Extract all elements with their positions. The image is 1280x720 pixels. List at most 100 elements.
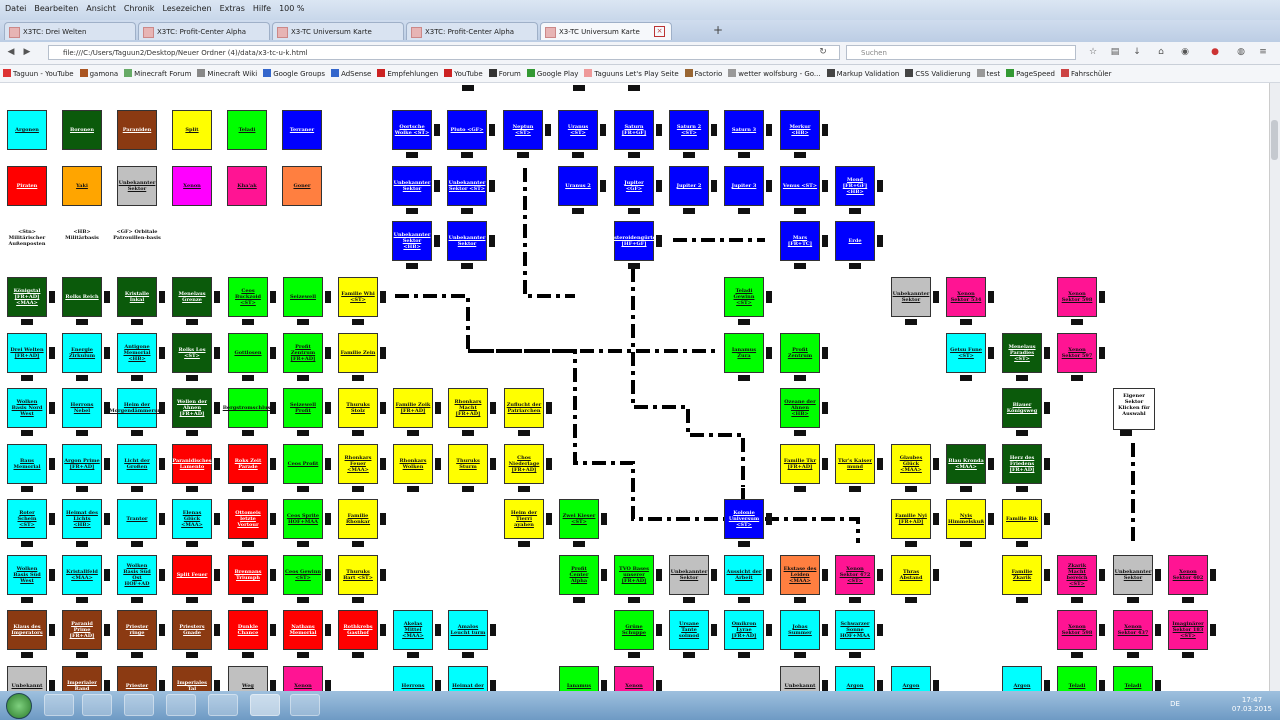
home-icon[interactable]: ⌂	[1156, 47, 1166, 57]
sector-tile[interactable]: Seizewell Profit	[283, 388, 323, 428]
sector-tile[interactable]: Xenon Sektor 598	[1057, 277, 1097, 317]
language-indicator[interactable]: DE	[1170, 700, 1180, 708]
start-button[interactable]	[6, 693, 32, 719]
sector-tile[interactable]: Imperialer Rand	[62, 666, 102, 691]
menu-icon[interactable]: ●	[1210, 47, 1220, 57]
reload-icon[interactable]: ↻	[818, 47, 828, 57]
sector-tile[interactable]: Familie Nyi [FR+AD]	[891, 499, 931, 539]
sector-tile[interactable]: Tkr's Kaiser mund	[835, 444, 875, 484]
bookmarks-icon[interactable]: ▤	[1110, 47, 1120, 57]
sector-tile[interactable]: Uranus <ST>	[558, 110, 598, 150]
sector-tile[interactable]: Familie Zein	[338, 333, 378, 373]
sector-tile[interactable]: Getsu Fune <ST>	[946, 333, 986, 373]
sector-tile[interactable]: Omikron Lyrae [FR+AD]	[724, 610, 764, 650]
forward-icon[interactable]: ▶	[22, 47, 32, 57]
sector-tile[interactable]: Familie Zkarik	[1002, 555, 1042, 595]
sector-tile[interactable]: Ceos Gewinn <ST>	[283, 555, 323, 595]
legend-swatch[interactable]: Terraner	[282, 110, 322, 150]
sector-tile[interactable]: Amalos Leucht turm	[448, 610, 488, 650]
sector-tile[interactable]: Pluto <GF>	[447, 110, 487, 150]
back-icon[interactable]: ◀	[6, 47, 16, 57]
bookmark-item[interactable]: Forum	[488, 69, 521, 78]
sector-tile[interactable]: Paranid Prime [FR+AD]	[62, 610, 102, 650]
sector-tile[interactable]: Ceos Buckzoid <ST>	[228, 277, 268, 317]
sector-tile[interactable]: Saturn 2 <ST>	[669, 110, 709, 150]
sector-tile[interactable]: Thuruks Stolz	[338, 388, 378, 428]
sector-tile[interactable]: Familie Rhonkar	[338, 499, 378, 539]
sector-tile[interactable]: Zuflucht der Patriarchen	[504, 388, 544, 428]
hamburger-icon[interactable]: ≡	[1258, 47, 1268, 57]
legend-swatch[interactable]: Unbekannter Sektor	[117, 166, 157, 206]
sector-tile[interactable]: Zwei Kieser <ST>	[559, 499, 599, 539]
sector-tile[interactable]: Argon Prime [FR+AD]	[62, 444, 102, 484]
media-icon[interactable]	[82, 694, 112, 716]
sector-tile[interactable]: Asteroidengürtel [HF+GF]	[610, 221, 658, 261]
sector-tile[interactable]: Oortsche Wolke <ST>	[392, 110, 432, 150]
vertical-scrollbar[interactable]	[1269, 83, 1280, 691]
own-sector-note[interactable]: Eigener Sektor Klicken für Auswahl	[1113, 388, 1155, 430]
bookmark-item[interactable]: AdSense	[331, 69, 371, 78]
sector-tile[interactable]: Erde	[835, 221, 875, 261]
sector-tile[interactable]: Herz des Friedens [FR+AD]	[1002, 444, 1042, 484]
sector-tile[interactable]: Rhonkars Wolken	[393, 444, 433, 484]
sector-tile[interactable]: Rolks Reich	[62, 277, 102, 317]
sector-tile[interactable]: Antigone Memorial <HB>	[117, 333, 157, 373]
sector-tile[interactable]: Ceos Sprite HOF+MAA	[283, 499, 323, 539]
ie-icon[interactable]	[166, 694, 196, 716]
menu-item[interactable]: Ansicht	[86, 4, 116, 13]
sector-tile[interactable]: Rhonkars Feuer <MAA>	[338, 444, 378, 484]
sector-tile[interactable]: Ottomeis letzte Vortour	[228, 499, 268, 539]
sector-tile[interactable]: Roter Schein <ST>	[7, 499, 47, 539]
sector-tile[interactable]: Rothkrebs Gasthof	[338, 610, 378, 650]
bookmark-item[interactable]: Taguuns Let's Play Seite	[584, 69, 679, 78]
sector-tile[interactable]: Kristallfeld <MAA>	[62, 555, 102, 595]
sector-tile[interactable]: Profit Zentrum [FR+AD]	[283, 333, 323, 373]
sector-tile[interactable]: Xenon Sektor 534	[946, 277, 986, 317]
sector-tile[interactable]: Familie Zoik [FR+AD]	[393, 388, 433, 428]
sector-tile[interactable]: Chos Niederlage [FR+AD]	[504, 444, 544, 484]
sector-tile[interactable]: Menelaus Grenze	[172, 277, 212, 317]
sector-tile[interactable]: Zkarik Macht bereich <ST>	[1057, 555, 1097, 595]
sector-tile[interactable]: Roks Zeit Parade	[228, 444, 268, 484]
sector-tile[interactable]: Unbekannter Sektor <HB>	[392, 221, 432, 261]
sector-tile[interactable]: Xenon Sektor 597	[1057, 333, 1097, 373]
sector-tile[interactable]: Nyis Himmelskuß	[946, 499, 986, 539]
sector-tile[interactable]: Ianamus	[559, 666, 599, 691]
legend-swatch[interactable]: Xenon	[172, 166, 212, 206]
sector-tile[interactable]: Königstal [FR+AD] <MAA>	[7, 277, 47, 317]
sector-tile[interactable]: Blauer Königsweg	[1002, 388, 1042, 428]
firefox-icon[interactable]	[250, 694, 280, 716]
sector-tile[interactable]: Grüne Schuppe	[614, 610, 654, 650]
bookmark-item[interactable]: Taguun - YouTube	[3, 69, 74, 78]
sector-tile[interactable]: Akelas Mittel <MAA>	[393, 610, 433, 650]
sector-tile[interactable]: Rolks Los <ST>	[172, 333, 212, 373]
sector-tile[interactable]: Blau Kronda <MAA>	[946, 444, 986, 484]
legend-swatch[interactable]: Piraten	[7, 166, 47, 206]
sector-tile[interactable]: Paranidisches Lamento	[172, 444, 212, 484]
close-tab-icon[interactable]: ×	[654, 26, 665, 37]
sector-tile[interactable]: Unbekannter Sektor	[392, 166, 432, 206]
sector-tile[interactable]: Weg	[228, 666, 268, 691]
bookmark-item[interactable]: Fahrschüler	[1061, 69, 1112, 78]
sector-tile[interactable]: Herrons	[393, 666, 433, 691]
sector-tile[interactable]: Xenon Sektor 598	[1057, 610, 1097, 650]
bookmark-item[interactable]: Markup Validation	[826, 69, 899, 78]
chrome-icon[interactable]	[208, 694, 238, 716]
bookmark-item[interactable]: Google Play	[526, 69, 578, 78]
sector-tile[interactable]: Split Feuer	[172, 555, 212, 595]
sector-tile[interactable]: Menelaus Paradies <ST>	[1002, 333, 1042, 373]
system-clock[interactable]: 17:47 07.03.2015	[1232, 696, 1272, 714]
sector-tile[interactable]: Klaus des Imperators	[7, 610, 47, 650]
sector-tile[interactable]: Mond [FR+GF] <HB>	[835, 166, 875, 206]
browser-tab[interactable]: X3TC: Profit-Center Alpha	[138, 22, 270, 40]
legend-swatch[interactable]: Argonen	[7, 110, 47, 150]
sector-tile[interactable]: Thuruks Sturm	[448, 444, 488, 484]
sector-tile[interactable]: Heim der Tierri ayahen	[504, 499, 544, 539]
sector-tile[interactable]: Argon	[891, 666, 931, 691]
sector-tile[interactable]: TVO Bases unserer [FR+AD]	[614, 555, 654, 595]
legend-swatch[interactable]: Kha'ak	[227, 166, 267, 206]
bookmark-item[interactable]: Minecraft Forum	[124, 69, 191, 78]
sector-tile[interactable]: Xenon Sektor 402	[1168, 555, 1208, 595]
legend-swatch[interactable]: Teladi	[227, 110, 267, 150]
sector-tile[interactable]: Jobas Summer	[780, 610, 820, 650]
